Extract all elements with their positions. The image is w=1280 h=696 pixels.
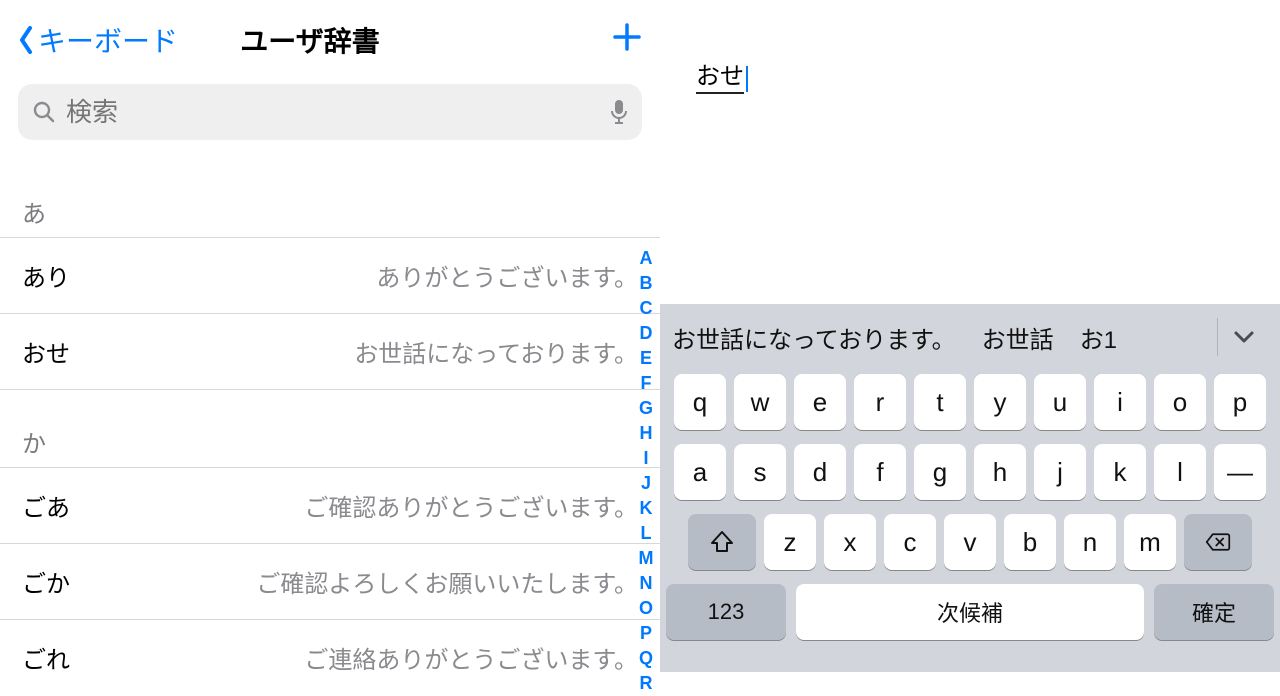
key-i[interactable]: i (1094, 374, 1146, 430)
index-letter[interactable]: K (634, 496, 658, 521)
key-z[interactable]: z (764, 514, 816, 570)
dictionary-list: あ あり ありがとうございます。 おせ お世話になっております。 か ごあ ご確… (0, 160, 660, 672)
key-t[interactable]: t (914, 374, 966, 430)
key-m[interactable]: m (1124, 514, 1176, 570)
candidate-bar: お世話になっております。 お世話 お1 (666, 304, 1274, 370)
key-c[interactable]: c (884, 514, 936, 570)
index-letter[interactable]: H (634, 421, 658, 446)
keyboard-rows: qwertyuiop asdfghjkl— zxcvbnm 123 次候補 確定 (666, 370, 1274, 640)
section-header: あ (0, 160, 660, 238)
dictionary-row[interactable]: あり ありがとうございます。 (0, 238, 660, 314)
index-letter[interactable]: M (634, 546, 658, 571)
search-icon (32, 100, 56, 124)
key-—[interactable]: — (1214, 444, 1266, 500)
phrase-text: ご確認よろしくお願いいたします。 (256, 564, 638, 599)
shortcut-text: あり (22, 258, 70, 293)
key-h[interactable]: h (974, 444, 1026, 500)
section-header: か (0, 390, 660, 468)
shortcut-text: ごか (22, 564, 70, 599)
key-o[interactable]: o (1154, 374, 1206, 430)
key-x[interactable]: x (824, 514, 876, 570)
user-dictionary-pane: キーボード ユーザ辞書 あ あり ありがとうございます。 おせ お世話になってお… (0, 0, 660, 672)
index-letter[interactable]: R (634, 671, 658, 696)
key-g[interactable]: g (914, 444, 966, 500)
index-letter[interactable]: J (634, 471, 658, 496)
key-n[interactable]: n (1064, 514, 1116, 570)
composing-text: おせ (696, 63, 744, 94)
numbers-key[interactable]: 123 (666, 584, 786, 640)
phrase-text: ご連絡ありがとうございます。 (304, 640, 638, 672)
delete-key[interactable] (1184, 514, 1252, 570)
candidate[interactable]: お世話になっております。 (672, 320, 956, 355)
text-cursor-area[interactable]: おせ (696, 56, 748, 92)
back-label: キーボード (38, 20, 178, 60)
index-letter[interactable]: F (634, 371, 658, 396)
index-letter[interactable]: D (634, 321, 658, 346)
candidate[interactable]: お1 (1080, 320, 1117, 355)
key-k[interactable]: k (1094, 444, 1146, 500)
dictionary-row[interactable]: おせ お世話になっております。 (0, 314, 660, 390)
key-d[interactable]: d (794, 444, 846, 500)
dictionary-row[interactable]: ごか ご確認よろしくお願いいたします。 (0, 544, 660, 620)
shift-icon (709, 529, 735, 555)
key-q[interactable]: q (674, 374, 726, 430)
mic-icon[interactable] (610, 99, 628, 125)
phrase-text: お世話になっております。 (354, 334, 638, 369)
search-bar[interactable] (18, 84, 642, 140)
phrase-text: ご確認ありがとうございます。 (304, 488, 638, 523)
key-l[interactable]: l (1154, 444, 1206, 500)
separator (1217, 318, 1218, 356)
delete-icon (1205, 529, 1231, 555)
key-w[interactable]: w (734, 374, 786, 430)
dictionary-row[interactable]: ごあ ご確認ありがとうございます。 (0, 468, 660, 544)
key-r[interactable]: r (854, 374, 906, 430)
index-letter[interactable]: B (634, 271, 658, 296)
space-key[interactable]: 次候補 (796, 584, 1144, 640)
index-letter[interactable]: E (634, 346, 658, 371)
back-button[interactable]: キーボード (18, 20, 178, 60)
key-f[interactable]: f (854, 444, 906, 500)
plus-icon (612, 22, 642, 52)
key-j[interactable]: j (1034, 444, 1086, 500)
nav-bar: キーボード ユーザ辞書 (0, 0, 660, 80)
index-letter[interactable]: N (634, 571, 658, 596)
index-letter[interactable]: Q (634, 646, 658, 671)
dictionary-row[interactable]: ごれ ご連絡ありがとうございます。 (0, 620, 660, 672)
candidate[interactable]: お世話 (982, 320, 1054, 355)
keyboard: お世話になっております。 お世話 お1 qwertyuiop asdfghjkl… (660, 304, 1280, 672)
index-rail[interactable]: ABCDEFGHIJKLMNOPQR (634, 246, 658, 696)
shortcut-text: おせ (22, 334, 70, 369)
key-v[interactable]: v (944, 514, 996, 570)
shift-key[interactable] (688, 514, 756, 570)
expand-candidates-button[interactable] (1226, 304, 1262, 370)
key-a[interactable]: a (674, 444, 726, 500)
index-letter[interactable]: A (634, 246, 658, 271)
confirm-key[interactable]: 確定 (1154, 584, 1274, 640)
key-p[interactable]: p (1214, 374, 1266, 430)
key-s[interactable]: s (734, 444, 786, 500)
key-u[interactable]: u (1034, 374, 1086, 430)
shortcut-text: ごれ (22, 640, 70, 672)
key-e[interactable]: e (794, 374, 846, 430)
search-input[interactable] (66, 97, 600, 128)
index-letter[interactable]: C (634, 296, 658, 321)
index-letter[interactable]: O (634, 596, 658, 621)
index-letter[interactable]: P (634, 621, 658, 646)
text-input-pane: おせ お世話になっております。 お世話 お1 qwertyuiop asdfgh… (660, 0, 1280, 672)
caret-icon (746, 66, 748, 92)
shortcut-text: ごあ (22, 488, 70, 523)
chevron-left-icon (18, 26, 34, 54)
key-y[interactable]: y (974, 374, 1026, 430)
phrase-text: ありがとうございます。 (376, 258, 638, 293)
index-letter[interactable]: I (634, 446, 658, 471)
add-button[interactable] (612, 22, 642, 58)
chevron-down-icon (1232, 325, 1256, 349)
key-b[interactable]: b (1004, 514, 1056, 570)
index-letter[interactable]: G (634, 396, 658, 421)
index-letter[interactable]: L (634, 521, 658, 546)
